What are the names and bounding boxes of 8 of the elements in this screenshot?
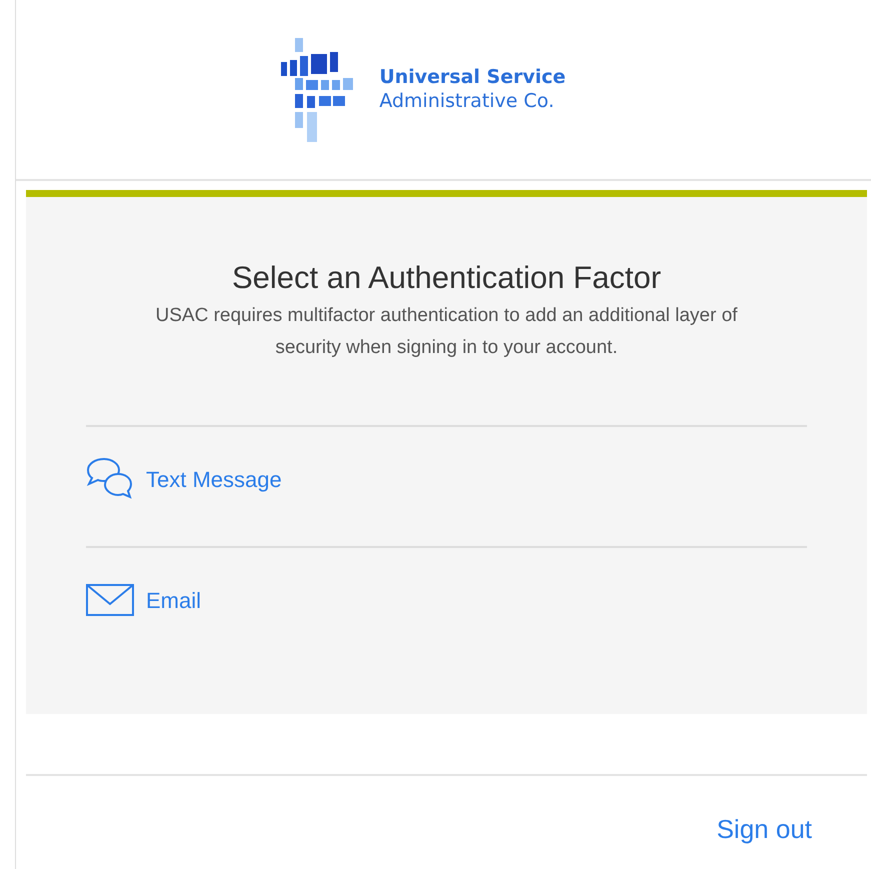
- description-text: USAC requires multifactor authentication to add an additional layer of security when signing in to your account.: [154, 304, 738, 360]
- envelope-icon: [86, 584, 134, 616]
- logo-text: Administrative Co.: [379, 90, 556, 114]
- logo-text: Universal Service: [379, 66, 566, 90]
- page-title: Select an Authentication Factor: [230, 259, 662, 296]
- factor-link[interactable]: Email: [146, 584, 202, 617]
- factor-link[interactable]: Text Message: [146, 462, 282, 496]
- sign-out-link[interactable]: Sign out: [716, 810, 812, 849]
